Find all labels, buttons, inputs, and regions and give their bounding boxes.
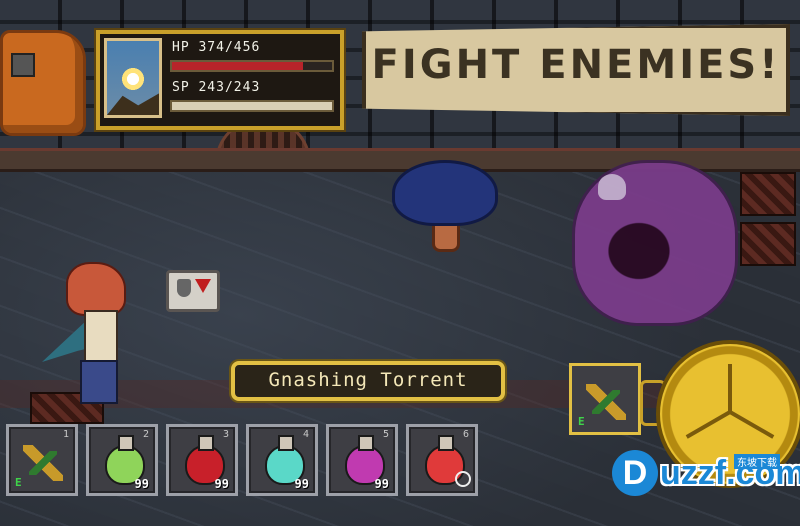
skill-name-box: Gnashing Torrent: [231, 361, 505, 401]
slot-quantity: 99: [214, 477, 229, 491]
sp-bar-fill: [172, 102, 332, 110]
defense-down-status[interactable]: [166, 270, 220, 312]
banner-text: FIGHT ENEMIES!: [371, 42, 781, 88]
disc-divider: [729, 410, 775, 439]
purple-blob-enemy[interactable]: [572, 160, 738, 326]
floor-grate: [740, 222, 796, 266]
equipped-badge: E: [15, 476, 22, 489]
watermark-subtext: 东坡下载: [734, 454, 780, 469]
game-scene: HP 374/456 SP 243/243 FIGHT ENEMIES! Gna…: [0, 0, 800, 526]
site-watermark: D uzzf.com 东坡下载: [612, 448, 800, 512]
inventory-bag-button[interactable]: [0, 30, 86, 136]
status-panel: HP 374/456 SP 243/243: [96, 30, 344, 130]
floor-grate: [740, 172, 796, 216]
player-portrait: [104, 38, 162, 118]
hotbar-slot-6[interactable]: 6: [406, 424, 478, 496]
hero-body: [84, 310, 118, 364]
hotbar-slot-3[interactable]: 3 99: [166, 424, 238, 496]
slot-number: 2: [142, 429, 149, 440]
player-character[interactable]: [42, 262, 132, 404]
scroll-icon: [23, 445, 63, 481]
item-hotbar: 1 E 2 99 3 99 4 99 5 99 6: [6, 424, 486, 498]
disc-divider: [685, 410, 731, 439]
slot-number: 6: [462, 429, 469, 440]
worm-enemy[interactable]: [392, 160, 498, 226]
hero-legs: [80, 360, 118, 404]
hotbar-slot-5[interactable]: 5 99: [326, 424, 398, 496]
slot-number: 4: [302, 429, 309, 440]
slot-number: 5: [382, 429, 389, 440]
shield-icon: [177, 279, 191, 297]
slot-quantity: 99: [374, 477, 389, 491]
promo-banner: FIGHT ENEMIES!: [362, 24, 790, 116]
sp-bar: [170, 100, 334, 112]
disc-divider: [728, 364, 732, 414]
arrow-down-icon: [195, 279, 211, 293]
hero-head: [66, 262, 126, 316]
slot-quantity: 99: [134, 477, 149, 491]
equipped-item-slot[interactable]: E: [569, 363, 641, 435]
sp-label: SP 243/243: [172, 80, 261, 95]
hotbar-slot-4[interactable]: 4 99: [246, 424, 318, 496]
sun-icon: [119, 65, 147, 93]
slot-quantity: 99: [294, 477, 309, 491]
skill-name: Gnashing Torrent: [268, 369, 468, 391]
bag-buckle-icon: [11, 53, 35, 77]
slot-number: 1: [62, 429, 69, 440]
cooldown-icon: [455, 471, 471, 487]
watermark-logo-icon: D: [612, 450, 658, 496]
hill-icon: [107, 93, 159, 115]
slot-number: 3: [222, 429, 229, 440]
hp-label: HP 374/456: [172, 40, 261, 55]
hp-bar-fill: [172, 62, 304, 70]
hp-bar: [170, 60, 334, 72]
scroll-icon: [586, 384, 626, 420]
equipped-badge: E: [578, 415, 585, 428]
hotbar-slot-2[interactable]: 2 99: [86, 424, 158, 496]
skull-icon: [598, 174, 626, 200]
hotbar-slot-1[interactable]: 1 E: [6, 424, 78, 496]
